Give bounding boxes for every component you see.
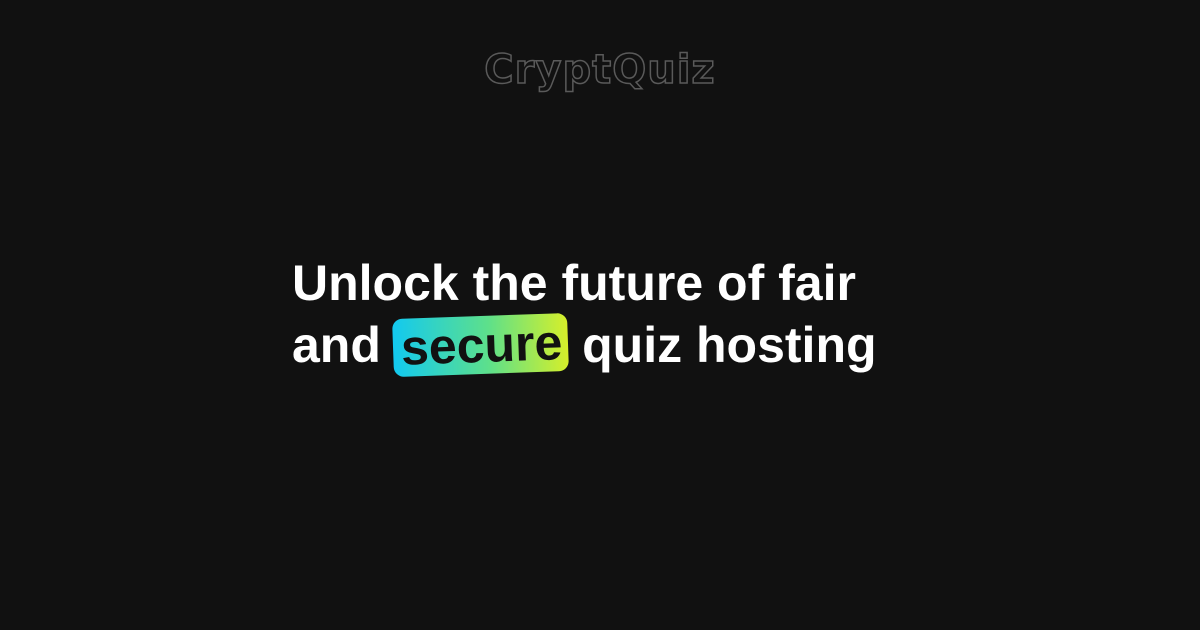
headline-line-2-after: quiz hosting: [582, 317, 877, 373]
headline: Unlock the future of fair and secure quiz …: [292, 252, 992, 378]
headline-line-2-before: and: [292, 317, 381, 373]
brand-logo: CryptQuiz: [484, 46, 716, 94]
headline-line-1: Unlock the future of fair: [292, 255, 856, 311]
headline-line-2: and secure quiz hosting: [292, 312, 992, 378]
og-banner: CryptQuiz Unlock the future of fair and s…: [0, 0, 1200, 630]
highlight-badge: secure: [391, 312, 570, 378]
